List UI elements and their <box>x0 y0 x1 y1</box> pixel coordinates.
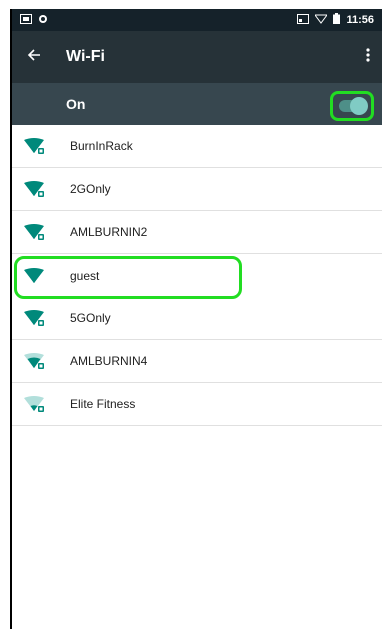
cast-icon <box>297 13 310 27</box>
network-item[interactable]: BurnInRack <box>12 125 382 168</box>
app-bar: Wi-Fi <box>12 31 382 83</box>
arrow-back-icon <box>27 48 41 67</box>
wifi-signal-icon <box>24 310 44 326</box>
wifi-signal-icon <box>24 224 44 240</box>
back-button[interactable] <box>12 31 56 83</box>
network-name: BurnInRack <box>70 139 133 153</box>
screenshot-icon <box>20 13 32 27</box>
network-item[interactable]: AMLBURNIN4 <box>12 340 382 383</box>
selection-highlight <box>14 256 242 299</box>
network-list: BurnInRack 2GOnly AMLBURNIN2 guest 5GOnly AML… <box>12 125 382 426</box>
network-name: 2GOnly <box>70 182 111 196</box>
clock: 11:56 <box>346 14 374 26</box>
network-name: 5GOnly <box>70 311 111 325</box>
more-vert-icon <box>366 47 370 67</box>
network-item[interactable]: AMLBURNIN2 <box>12 211 382 254</box>
wifi-toggle[interactable] <box>330 91 374 121</box>
wifi-signal-icon <box>24 181 44 197</box>
network-item[interactable]: 5GOnly <box>12 297 382 340</box>
network-item[interactable]: guest <box>12 254 382 299</box>
battery-icon <box>333 13 341 27</box>
network-item[interactable]: Elite Fitness <box>12 383 382 426</box>
wifi-master-switch-row[interactable]: On <box>12 83 382 125</box>
network-item[interactable]: 2GOnly <box>12 168 382 211</box>
page-title: Wi-Fi <box>66 48 105 65</box>
wifi-signal-icon <box>24 353 44 369</box>
notification-icon <box>38 14 48 27</box>
toggle-thumb <box>350 97 368 115</box>
network-name: guest <box>70 268 100 283</box>
network-name: Elite Fitness <box>70 397 136 411</box>
network-name: AMLBURNIN4 <box>70 354 148 368</box>
toggle-track <box>339 97 368 115</box>
master-switch-label: On <box>66 96 86 112</box>
device-screen: 11:56 Wi-Fi On BurnInRack 2GOnly AMLBURNIN… <box>10 9 382 629</box>
status-bar: 11:56 <box>12 9 382 31</box>
network-name: AMLBURNIN2 <box>70 225 148 239</box>
wifi-signal-icon <box>24 396 44 412</box>
wifi-signal-icon <box>24 138 44 154</box>
overflow-menu-button[interactable] <box>360 45 376 69</box>
wifi-signal-icon <box>24 267 44 284</box>
wifi-status-icon <box>314 14 329 27</box>
